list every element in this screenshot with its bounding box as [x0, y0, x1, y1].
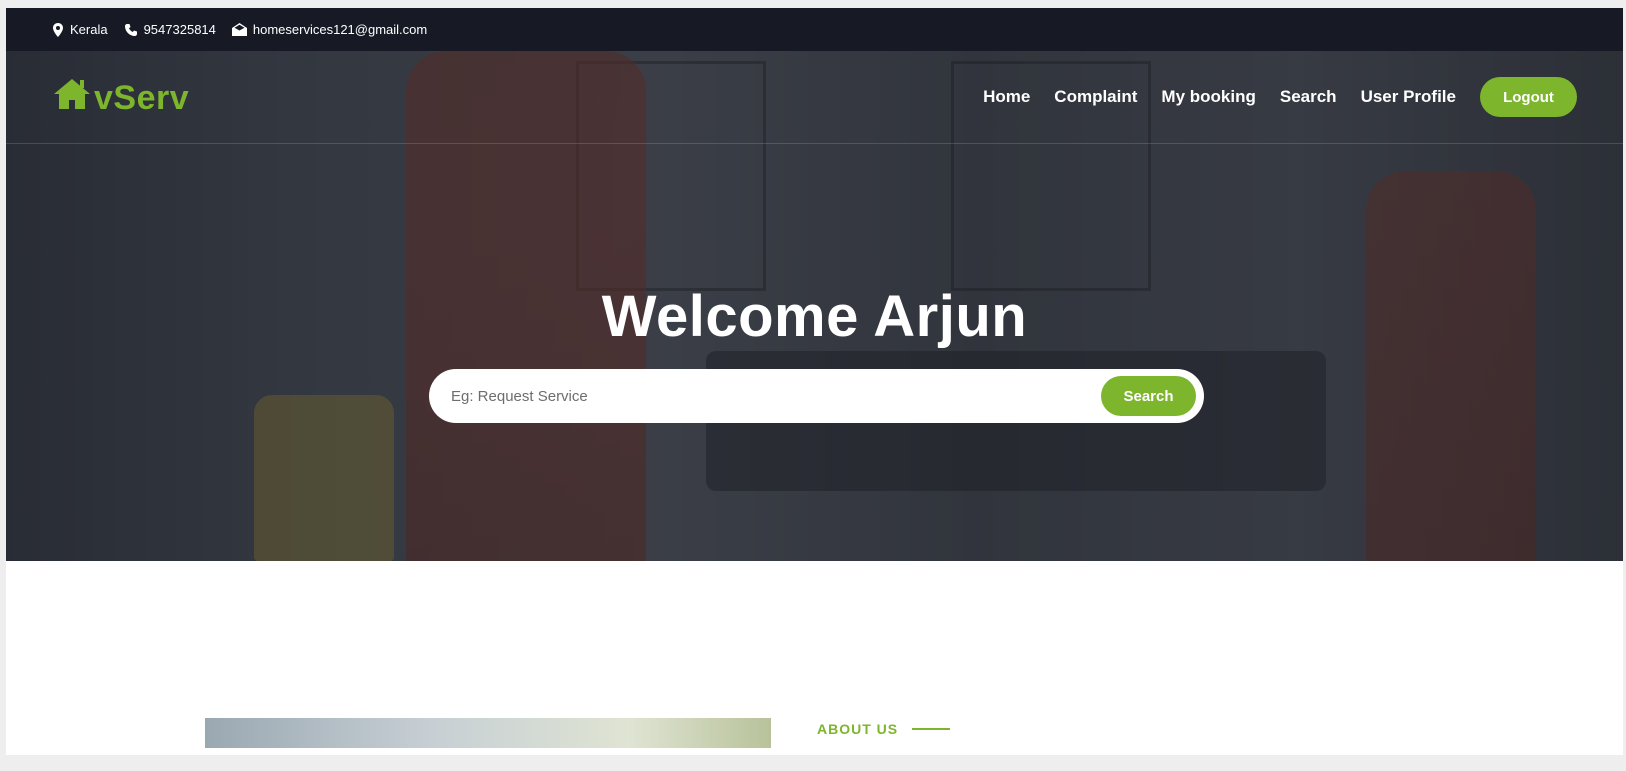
map-pin-icon [52, 22, 64, 37]
hero-section: vServ Home Complaint My booking Search U… [6, 51, 1623, 561]
search-button[interactable]: Search [1101, 376, 1196, 416]
nav-user-profile[interactable]: User Profile [1361, 87, 1456, 107]
nav-home[interactable]: Home [983, 87, 1030, 107]
phone-icon [124, 23, 138, 37]
about-section-label: ABOUT US [817, 721, 951, 737]
email-text: homeservices121@gmail.com [252, 22, 428, 37]
nav-divider [6, 143, 1623, 144]
welcome-title: Welcome Arjun [601, 284, 1028, 349]
page-frame: Kerala 9547325814 homeservices121@gmail.… [6, 8, 1623, 755]
envelope-icon [231, 23, 247, 36]
about-label-text: ABOUT US [817, 721, 899, 737]
location-info: Kerala [52, 22, 108, 37]
nav-my-booking[interactable]: My booking [1161, 87, 1255, 107]
email-info: homeservices121@gmail.com [231, 22, 428, 37]
nav-complaint[interactable]: Complaint [1054, 87, 1137, 107]
location-text: Kerala [70, 22, 108, 37]
phone-info: 9547325814 [124, 22, 216, 37]
phone-text: 9547325814 [143, 22, 216, 37]
house-icon [52, 77, 92, 120]
service-search-input[interactable] [451, 387, 1101, 405]
about-image [205, 718, 771, 748]
main-nav: Home Complaint My booking Search User Pr… [983, 77, 1577, 117]
logout-button[interactable]: Logout [1480, 77, 1577, 117]
service-search-bar: Search [429, 369, 1204, 423]
top-info-bar: Kerala 9547325814 homeservices121@gmail.… [6, 8, 1623, 51]
nav-search[interactable]: Search [1280, 87, 1337, 107]
label-underline [912, 728, 951, 730]
brand-name: vServ [94, 79, 190, 117]
brand-logo[interactable]: vServ [52, 77, 189, 120]
